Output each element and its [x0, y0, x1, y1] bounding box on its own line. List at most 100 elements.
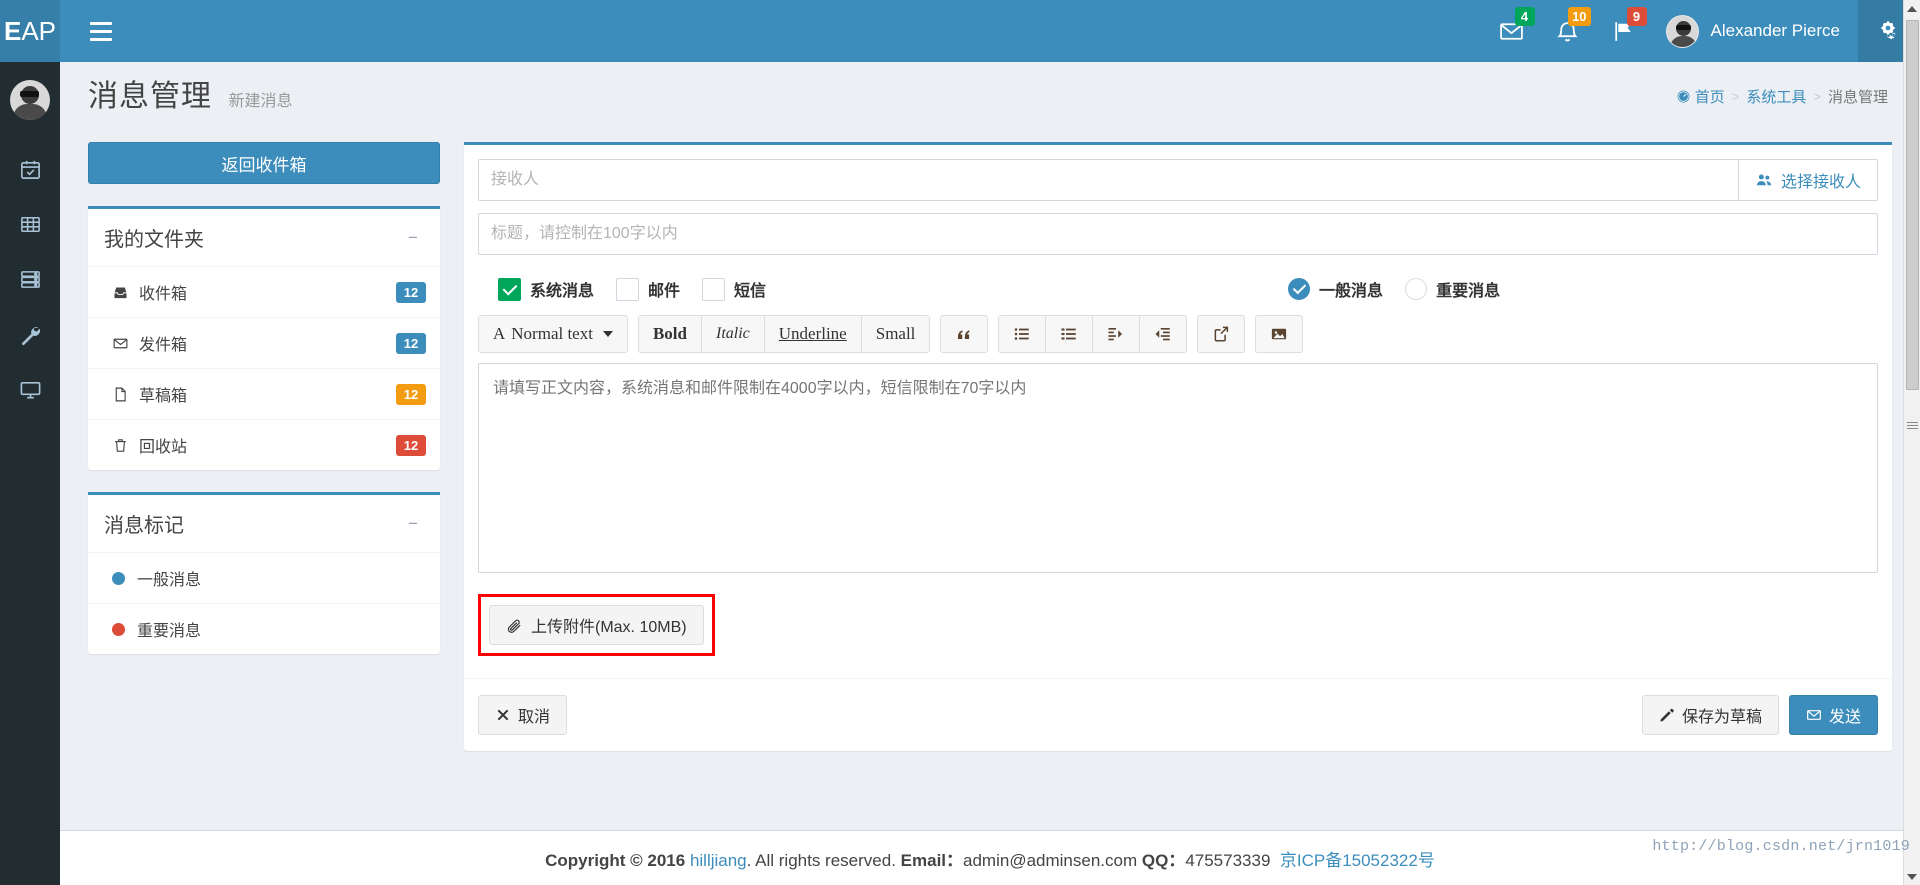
- scroll-down-arrow[interactable]: [1904, 868, 1920, 885]
- folder-item-inbox[interactable]: 收件箱 12: [88, 267, 440, 318]
- tasks-menu[interactable]: 9: [1596, 0, 1652, 62]
- sidebar-toggle-icon[interactable]: [80, 9, 122, 53]
- folder-label: 回收站: [139, 439, 188, 456]
- checkbox-email[interactable]: [616, 277, 640, 301]
- priority-important[interactable]: 重要消息: [1405, 277, 1518, 301]
- main-row: 返回收件箱 我的文件夹 − 收件箱 12 发件箱 12 草稿箱 12 回收站 1…: [60, 134, 1920, 751]
- my-folders-title: 我的文件夹: [104, 229, 204, 251]
- unordered-list-button[interactable]: [998, 315, 1046, 353]
- label-item-normal[interactable]: 一般消息: [88, 553, 440, 604]
- scroll-up-arrow[interactable]: [1904, 0, 1920, 17]
- cancel-label: 取消: [518, 709, 551, 726]
- channel-sms[interactable]: 短信: [702, 277, 784, 301]
- radio-normal-message[interactable]: [1288, 278, 1311, 300]
- footer-brand-link[interactable]: hilljiang: [690, 851, 747, 870]
- outdent-button[interactable]: [1139, 315, 1188, 353]
- ordered-list-button[interactable]: [1045, 315, 1093, 353]
- blockquote-button[interactable]: [940, 315, 989, 353]
- quote-group: [940, 315, 989, 353]
- main-sidebar: [0, 62, 60, 885]
- message-labels-box: 消息标记 − 一般消息 重要消息: [88, 492, 440, 654]
- compose-footer: 取消 保存为草稿 发送: [464, 678, 1892, 751]
- desktop-icon: [20, 381, 40, 399]
- insert-image-button[interactable]: [1255, 315, 1304, 353]
- list-group: [998, 315, 1188, 353]
- send-button[interactable]: 发送: [1788, 695, 1878, 735]
- radio-important-message[interactable]: [1405, 278, 1428, 300]
- link-share-button[interactable]: [1197, 315, 1246, 353]
- notifications-badge: 10: [1568, 7, 1591, 26]
- avatar: [1665, 14, 1699, 48]
- send-label: 发送: [1828, 709, 1861, 726]
- folder-label: 草稿箱: [139, 388, 188, 405]
- breadcrumb-section[interactable]: 系统工具: [1746, 86, 1806, 107]
- scrollbar-thumb[interactable]: [1906, 20, 1919, 390]
- back-to-inbox-button[interactable]: 返回收件箱: [88, 142, 440, 184]
- indent-button[interactable]: [1092, 315, 1140, 353]
- subject-input[interactable]: [478, 213, 1878, 255]
- page-title: 消息管理: [88, 80, 212, 113]
- folder-item-trash[interactable]: 回收站 12: [88, 420, 440, 470]
- footer-icp-link[interactable]: 京ICP备15052322号: [1280, 851, 1435, 870]
- upload-attachment-button[interactable]: 上传附件(Max. 10MB): [489, 605, 704, 645]
- channel-system-message[interactable]: 系统消息: [498, 277, 612, 301]
- logo-rest: AP: [21, 15, 57, 46]
- label-item-important[interactable]: 重要消息: [88, 604, 440, 654]
- image-icon: [1272, 328, 1287, 340]
- close-icon: [497, 709, 509, 721]
- underline-button[interactable]: Underline: [763, 315, 861, 353]
- sidebar-avatar[interactable]: [10, 80, 50, 120]
- calendar-check-icon: [20, 160, 40, 179]
- collapse-icon[interactable]: −: [400, 513, 426, 535]
- channel-label: 短信: [734, 283, 767, 300]
- notifications-menu[interactable]: 10: [1540, 0, 1596, 62]
- checkbox-system-message[interactable]: [498, 277, 521, 301]
- sidebar-item-monitor[interactable]: [0, 362, 60, 417]
- footer-email-label: Email：: [900, 850, 964, 870]
- pick-recipient-button[interactable]: 选择接收人: [1737, 159, 1878, 201]
- folder-item-drafts[interactable]: 草稿箱 12: [88, 369, 440, 420]
- sidebar-item-tools[interactable]: [0, 307, 60, 362]
- save-draft-button[interactable]: 保存为草稿: [1641, 695, 1779, 735]
- grid-table-icon: [20, 217, 40, 232]
- text-style-dropdown[interactable]: A Normal text: [478, 315, 628, 353]
- label-text: 重要消息: [137, 623, 202, 640]
- outdent-icon: [1155, 328, 1171, 341]
- options-row: 系统消息 邮件 短信 一般消息 重要消息: [478, 267, 1878, 315]
- unordered-list-icon: [1015, 328, 1030, 340]
- channel-email[interactable]: 邮件: [616, 277, 698, 301]
- paperclip-icon: [507, 619, 521, 633]
- app-logo[interactable]: E AP: [0, 0, 60, 62]
- link-group: [1197, 315, 1246, 353]
- user-menu[interactable]: Alexander Pierce: [1652, 0, 1858, 62]
- image-group: [1255, 315, 1304, 353]
- folder-badge: 12: [396, 383, 426, 405]
- recipient-input[interactable]: [478, 159, 1738, 201]
- footer-copyright: Copyright © 2016: [545, 850, 686, 870]
- sidebar-item-tables[interactable]: [0, 197, 60, 252]
- sidebar-item-database[interactable]: [0, 252, 60, 307]
- checkbox-sms[interactable]: [702, 277, 726, 301]
- channel-label: 系统消息: [530, 283, 595, 300]
- chevron-down-icon: [602, 331, 613, 337]
- messages-badge: 4: [1514, 7, 1535, 26]
- sidebar-item-calendar[interactable]: [0, 142, 60, 197]
- collapse-icon[interactable]: −: [400, 227, 426, 249]
- right-column: 选择接收人 系统消息 邮件: [464, 142, 1892, 751]
- breadcrumb-home[interactable]: 首页: [1676, 86, 1725, 107]
- italic-button[interactable]: Italic: [700, 315, 764, 353]
- folder-badge: 12: [396, 281, 426, 303]
- folder-item-sent[interactable]: 发件箱 12: [88, 318, 440, 369]
- cancel-button[interactable]: 取消: [478, 695, 568, 735]
- message-body-textarea[interactable]: [478, 363, 1878, 573]
- inbox-icon: [114, 287, 127, 298]
- priority-normal[interactable]: 一般消息: [1288, 277, 1401, 301]
- small-button[interactable]: Small: [860, 315, 931, 353]
- link-share-icon: [1215, 326, 1229, 342]
- footer-rights: . All rights reserved.: [746, 850, 896, 870]
- page-scrollbar[interactable]: [1903, 0, 1920, 885]
- messages-menu[interactable]: 4: [1484, 0, 1540, 62]
- channel-label: 邮件: [648, 283, 681, 300]
- bold-button[interactable]: Bold: [637, 315, 701, 353]
- logo-first-letter: E: [3, 15, 22, 46]
